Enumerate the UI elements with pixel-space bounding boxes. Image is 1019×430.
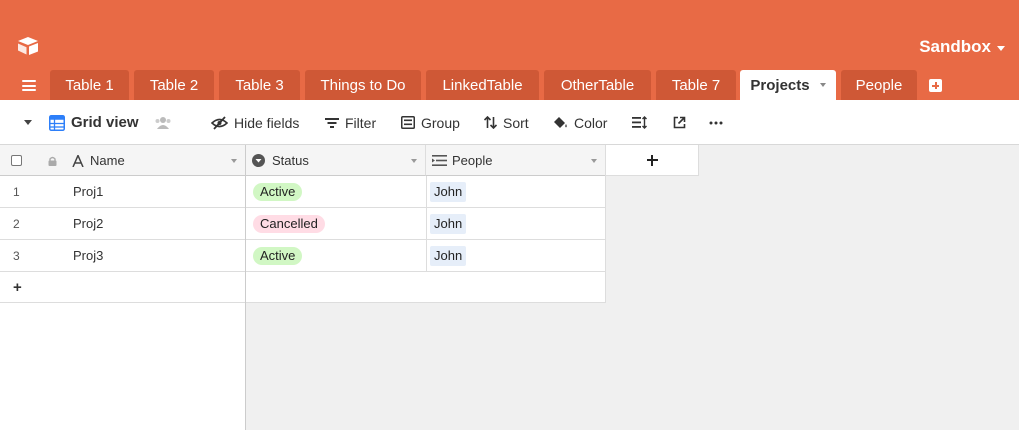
table-row[interactable]: Active John [246,176,605,208]
header-row: Name [0,145,245,176]
hide-fields-button[interactable]: Hide fields [211,100,299,145]
linked-record-chip[interactable]: John [430,213,467,234]
lock-icon [48,156,57,166]
table-row[interactable]: 3 Proj3 [0,240,245,272]
cell-name[interactable]: Proj3 [73,248,103,263]
tab-othertable[interactable]: OtherTable [544,70,651,100]
row-number: 2 [13,216,20,231]
grid-view-icon [49,114,65,131]
single-select-icon [252,154,265,167]
more-options-button[interactable] [709,100,723,145]
collaborators-button[interactable] [154,100,172,145]
more-icon [709,121,723,124]
filter-button[interactable]: Filter [325,100,376,145]
share-view-button[interactable] [673,100,686,145]
table-row[interactable]: 2 Proj2 [0,208,245,240]
row-height-button[interactable] [632,100,647,145]
table-tabs: Table 1 Table 2 Table 3 Things to Do Lin… [0,70,1019,100]
status-badge[interactable]: Active [253,246,303,265]
base-name: Sandbox [919,37,991,56]
add-table-icon[interactable] [929,79,942,92]
column-header-name[interactable]: Name [72,145,245,176]
column-header-status[interactable]: Status [246,145,426,176]
view-name-button[interactable]: Grid view [49,100,139,145]
color-button[interactable]: Color [553,100,607,145]
add-field-button[interactable] [606,145,699,176]
airtable-logo-icon[interactable] [16,36,40,56]
chevron-down-icon [997,45,1005,51]
people-icon [155,116,171,129]
chevron-down-icon[interactable] [411,159,417,163]
sort-icon [484,116,497,129]
status-badge[interactable]: Active [253,182,303,201]
select-all-checkbox[interactable] [11,155,22,166]
grid-main-pane: Status People Active John Cancelled John… [246,145,606,303]
grid-frozen-pane: Name 1 Proj1 2 Proj2 3 Proj3 + [0,145,246,430]
row-number: 3 [13,248,20,263]
row-number: 1 [13,184,20,199]
linked-record-icon [432,155,447,166]
table-row[interactable]: Cancelled John [246,208,605,240]
cell-name[interactable]: Proj2 [73,216,103,231]
menu-icon[interactable] [22,80,36,91]
chevron-down-icon[interactable] [231,159,237,163]
tab-table-7[interactable]: Table 7 [656,70,736,100]
tab-table-3[interactable]: Table 3 [219,70,300,100]
plus-icon: + [13,278,22,296]
linked-record-chip[interactable]: John [430,245,467,266]
tab-linkedtable[interactable]: LinkedTable [426,70,539,100]
tab-table-2[interactable]: Table 2 [134,70,214,100]
sort-button[interactable]: Sort [484,100,529,145]
chevron-down-icon[interactable] [591,159,597,163]
group-button[interactable]: Group [401,100,460,145]
text-field-icon [72,154,84,167]
filter-icon [325,117,339,128]
linked-record-chip[interactable]: John [430,181,467,202]
status-badge[interactable]: Cancelled [253,214,325,233]
view-toolbar: Grid view Hide fields Filter Group Sort … [0,100,1019,145]
view-switcher-toggle[interactable] [24,100,32,145]
external-link-icon [673,116,686,129]
base-name-menu[interactable]: Sandbox [919,37,1005,57]
table-row[interactable]: Active John [246,240,605,272]
view-name: Grid view [71,114,139,131]
chevron-down-icon [24,120,32,125]
row-height-icon [632,116,647,129]
tab-people[interactable]: People [841,70,917,100]
cell-name[interactable]: Proj1 [73,184,103,199]
tab-projects[interactable]: Projects [740,70,836,100]
eye-slash-icon [211,115,228,130]
paint-bucket-icon [554,116,567,128]
tab-things-to-do[interactable]: Things to Do [305,70,421,100]
column-header-people[interactable]: People [426,145,605,176]
group-icon [401,116,415,129]
tab-table-1[interactable]: Table 1 [50,70,129,100]
add-row-button[interactable]: + [0,272,245,303]
plus-icon [646,154,658,166]
chevron-down-icon[interactable] [819,83,826,87]
table-row[interactable]: 1 Proj1 [0,176,245,208]
app-header: Sandbox Table 1 Table 2 Table 3 Things t… [0,0,1019,100]
